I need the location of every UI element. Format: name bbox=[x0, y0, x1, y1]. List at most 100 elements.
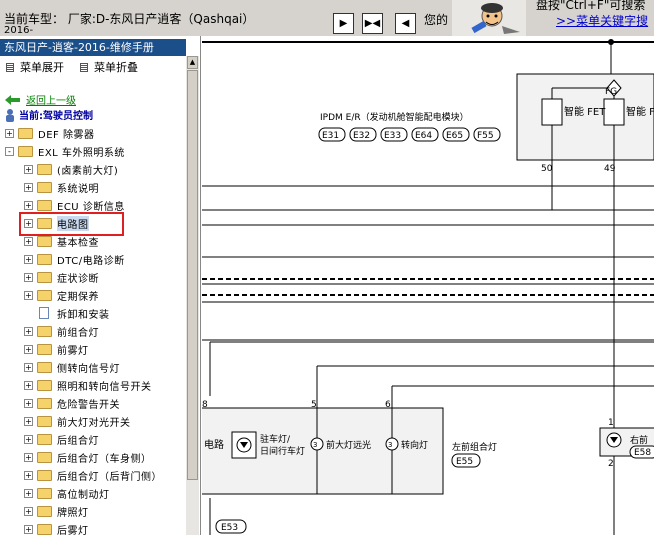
document-icon bbox=[39, 307, 49, 319]
tree-item[interactable]: - EXL 车外照明系统 bbox=[5, 142, 125, 160]
folder-icon bbox=[37, 343, 52, 355]
expand-icon[interactable]: + bbox=[24, 398, 33, 408]
nav-text: 您的 bbox=[424, 13, 449, 27]
ipdm-title: IPDM E/R（发动机舱智能配电模块） bbox=[320, 111, 469, 123]
pin-5: 5 bbox=[311, 400, 317, 410]
double-arrow-icon: ▶◀ bbox=[364, 18, 381, 29]
fg-label: FG bbox=[605, 87, 617, 97]
tree-item[interactable]: 拆卸和安装 bbox=[24, 304, 110, 322]
tree-item[interactable]: + 定期保养 bbox=[24, 286, 99, 304]
collapse-menu-button[interactable]: 菜单折叠 bbox=[80, 59, 138, 75]
connector-e58: E58 bbox=[634, 448, 651, 458]
connector-label: E31 bbox=[322, 131, 339, 141]
tree-item[interactable]: + 前雾灯 bbox=[24, 340, 89, 358]
folder-icon bbox=[37, 415, 52, 427]
tree-item[interactable]: + (卤素前大灯) bbox=[24, 160, 118, 178]
expand-icon[interactable]: + bbox=[24, 182, 33, 192]
keyword-search-link[interactable]: >>菜单关键字搜 bbox=[556, 12, 648, 29]
expand-icon[interactable]: + bbox=[24, 362, 33, 372]
connector-label: E33 bbox=[384, 131, 401, 141]
expand-icon[interactable]: + bbox=[24, 488, 33, 498]
expand-icon[interactable]: + bbox=[24, 200, 33, 210]
expand-icon[interactable]: + bbox=[24, 272, 33, 282]
folder-icon bbox=[37, 505, 52, 517]
tree-item[interactable]: + 后雾灯 bbox=[24, 520, 89, 538]
tree-item[interactable]: + 高位制动灯 bbox=[24, 484, 110, 502]
folder-icon bbox=[37, 397, 52, 409]
tree-item[interactable]: + 照明和转向信号开关 bbox=[24, 376, 152, 394]
connector-e53: E53 bbox=[221, 523, 238, 533]
expand-menu-label: 菜单展开 bbox=[20, 61, 64, 74]
tree-item[interactable]: + 后组合灯（后背门侧） bbox=[24, 466, 162, 484]
svg-text:3: 3 bbox=[388, 441, 392, 449]
tree-item-label: 前组合灯 bbox=[57, 327, 99, 339]
mascot-logo-icon bbox=[452, 0, 526, 36]
person-icon bbox=[6, 108, 14, 122]
wiring-diagram: FG 智能 FET 智能 F 50 49 IPDM E/R（发动机舱智能配电模块… bbox=[202, 36, 654, 535]
tree-item-label: 照明和转向信号开关 bbox=[57, 381, 152, 393]
expand-icon[interactable]: + bbox=[24, 344, 33, 354]
folder-icon bbox=[18, 127, 33, 139]
highlight-box bbox=[19, 212, 124, 236]
folder-icon bbox=[37, 469, 52, 481]
expand-icon[interactable]: + bbox=[24, 236, 33, 246]
toggle-view-button[interactable]: ▶◀ bbox=[362, 13, 383, 34]
tree-item-label: DEF 除雾器 bbox=[38, 129, 95, 141]
tree-item[interactable]: + 系统说明 bbox=[24, 178, 99, 196]
folder-icon bbox=[37, 379, 52, 391]
tree-item-label: 定期保养 bbox=[57, 291, 99, 303]
pin-2: 2 bbox=[608, 459, 614, 469]
vehicle-label: 当前车型： 厂家:D-东风日产逍客（Qashqai） bbox=[4, 12, 255, 26]
folder-icon bbox=[37, 253, 52, 265]
back-link: 返回上一级 bbox=[26, 96, 76, 107]
expand-icon[interactable]: + bbox=[24, 416, 33, 426]
collapse-icon[interactable]: - bbox=[5, 146, 14, 156]
parking-lamp-label: 驻车灯/ bbox=[260, 433, 291, 445]
expand-icon[interactable]: + bbox=[24, 164, 33, 174]
expand-icon[interactable]: + bbox=[24, 254, 33, 264]
top-bar: 当前车型： 厂家:D-东风日产逍客（Qashqai） 2016- ▶ ▶◀ ◀ … bbox=[0, 0, 654, 36]
tree-item[interactable]: + 前大灯对光开关 bbox=[24, 412, 131, 430]
tree-item-label: 后组合灯（车身侧） bbox=[57, 453, 152, 465]
expand-icon[interactable]: + bbox=[24, 326, 33, 336]
expand-icon[interactable]: + bbox=[24, 290, 33, 300]
expand-icon[interactable]: + bbox=[24, 434, 33, 444]
tree-item-label: 侧转向信号灯 bbox=[57, 363, 120, 375]
tree-item[interactable]: + 危险警告开关 bbox=[24, 394, 120, 412]
smart-fet-label: 智能 FET bbox=[564, 105, 606, 118]
expand-icon[interactable]: + bbox=[5, 128, 14, 138]
pin-1: 1 bbox=[608, 418, 614, 428]
pin-50: 50 bbox=[541, 164, 553, 174]
current-location: 当前:驾驶员控制 bbox=[4, 107, 93, 122]
expand-icon[interactable]: + bbox=[24, 506, 33, 516]
tree-item-label: 牌照灯 bbox=[57, 507, 89, 519]
smart-fet-label-2: 智能 F bbox=[626, 105, 654, 118]
expand-menu-button[interactable]: 菜单展开 bbox=[6, 59, 64, 75]
tree-item[interactable]: + 前组合灯 bbox=[24, 322, 99, 340]
tree-item-label: 后组合灯（后背门侧） bbox=[57, 471, 162, 483]
tree-item[interactable]: + 后组合灯（车身侧） bbox=[24, 448, 152, 466]
tree-item[interactable]: + DTC/电路诊断 bbox=[24, 250, 125, 268]
expand-icon[interactable]: + bbox=[24, 470, 33, 480]
expand-icon[interactable]: + bbox=[24, 380, 33, 390]
tree-item[interactable]: + 症状诊断 bbox=[24, 268, 99, 286]
scroll-up-button[interactable]: ▲ bbox=[187, 56, 198, 69]
back-arrow-icon bbox=[5, 94, 20, 105]
tree-item[interactable]: + 后组合灯 bbox=[24, 430, 99, 448]
previous-page-button[interactable]: ◀ bbox=[395, 13, 416, 34]
next-page-button[interactable]: ▶ bbox=[333, 13, 354, 34]
connector-label: E64 bbox=[415, 131, 432, 141]
right-front-label: 右前 bbox=[630, 434, 648, 446]
folder-icon bbox=[37, 199, 52, 211]
expand-icon[interactable]: + bbox=[24, 524, 33, 534]
tree-item[interactable]: + DEF 除雾器 bbox=[5, 124, 94, 142]
back-icon: ◀ bbox=[401, 18, 410, 29]
scroll-thumb[interactable] bbox=[187, 70, 198, 480]
expand-icon[interactable]: + bbox=[24, 452, 33, 462]
vehicle-year: 2016- bbox=[4, 25, 34, 36]
tree-item[interactable]: + 侧转向信号灯 bbox=[24, 358, 120, 376]
pin-6: 6 bbox=[385, 400, 391, 410]
back-button[interactable]: 返回上一级 bbox=[4, 92, 76, 107]
manual-title: 东风日产-逍客-2016-维修手册 bbox=[0, 39, 186, 56]
tree-item[interactable]: + 牌照灯 bbox=[24, 502, 89, 520]
